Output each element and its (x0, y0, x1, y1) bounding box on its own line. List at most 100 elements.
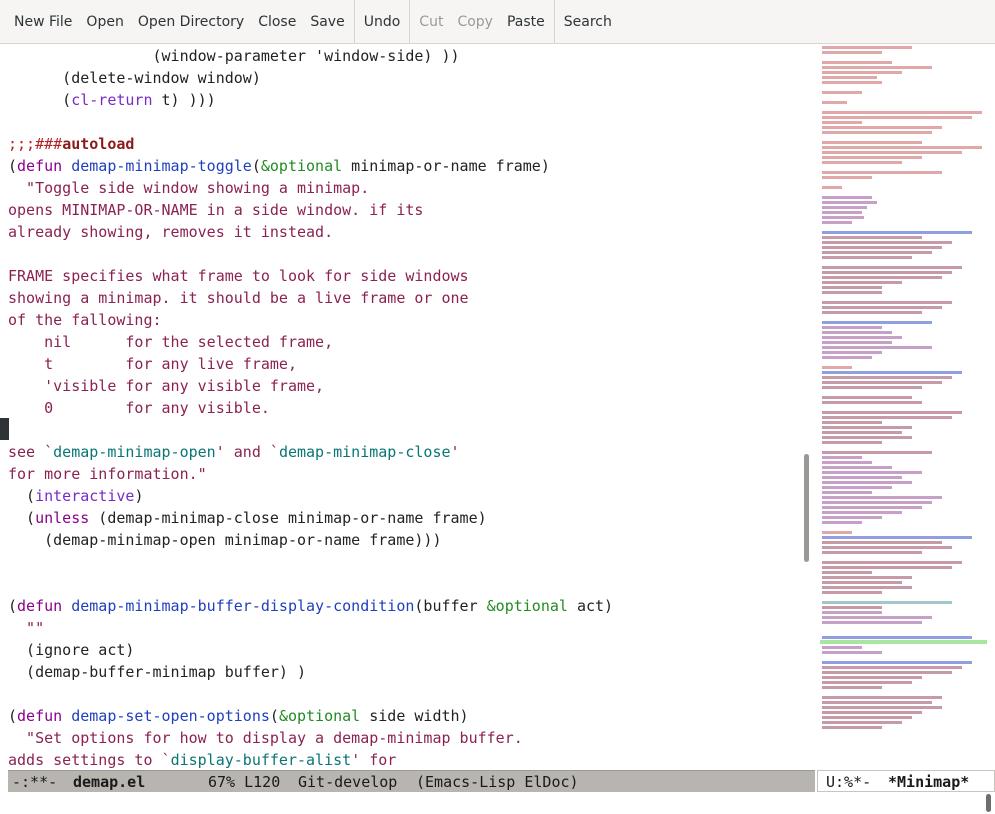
open-directory-button[interactable]: Open Directory (131, 0, 251, 44)
code-line[interactable]: "" (8, 617, 44, 639)
paste-button[interactable]: Paste (500, 0, 552, 44)
code-token: demap-set-open-options (71, 707, 270, 725)
open-button[interactable]: Open (79, 0, 130, 44)
new-file-button[interactable]: New File (7, 0, 79, 44)
code-token: adds settings to ` (8, 751, 171, 769)
code-token: ' and ` (215, 443, 279, 461)
code-line[interactable]: of the fallowing: (8, 309, 162, 331)
minimap-line (822, 696, 942, 699)
search-button[interactable]: Search (557, 0, 619, 44)
minimap-line (822, 536, 972, 539)
code-line[interactable]: (interactive) (8, 485, 143, 507)
save-button[interactable]: Save (303, 0, 351, 44)
code-token: ( (8, 91, 72, 109)
code-line[interactable]: for more information." (8, 463, 207, 485)
minimap-line (822, 666, 962, 669)
minimap-line (822, 171, 942, 174)
code-line[interactable]: (window-parameter 'window-side) )) (8, 45, 459, 67)
minimap-buffer-name[interactable]: *Minimap* (888, 771, 969, 793)
code-line[interactable]: "Set options for how to display a demap-… (8, 727, 523, 749)
minimap-line (822, 591, 882, 594)
code-line[interactable]: nil for the selected frame, (8, 331, 333, 353)
echo-area-scrollbar[interactable] (986, 794, 991, 812)
scrollbar-thumb[interactable] (804, 454, 809, 562)
editor-mode-line: -:**- demap.el 67% L120 Git-develop (Ema… (8, 770, 815, 792)
minimap-line (822, 701, 932, 704)
code-line[interactable]: showing a minimap. it should be a live f… (8, 287, 469, 309)
code-line[interactable]: (defun demap-minimap-toggle(&optional mi… (8, 155, 550, 177)
minimap-line (822, 521, 862, 524)
buffer-name[interactable]: demap.el (73, 771, 145, 793)
code-line[interactable]: adds settings to `display-buffer-alist' … (8, 749, 396, 769)
minimap-line (822, 301, 952, 304)
minimap-line (822, 396, 912, 399)
minimap-window[interactable] (820, 44, 987, 769)
minimap-line (822, 686, 882, 689)
code-token: already showing, removes it instead. (8, 223, 334, 241)
minimap-line (822, 471, 922, 474)
minimap-visible-region (820, 640, 987, 644)
minimap-line (822, 506, 922, 509)
minimap-line (822, 211, 862, 214)
minimap-line (822, 581, 902, 584)
minimap-line (822, 676, 922, 679)
minimap-line (822, 401, 922, 404)
code-token: display-buffer-alist (170, 751, 352, 769)
minimap-line (822, 541, 942, 544)
code-line[interactable]: already showing, removes it instead. (8, 221, 333, 243)
code-line[interactable]: FRAME specifies what frame to look for s… (8, 265, 469, 287)
code-token: ) (134, 487, 144, 505)
minimap-line (822, 616, 932, 619)
minimap-line (822, 561, 962, 564)
code-token: 0 for any visible. (8, 399, 270, 417)
code-line[interactable]: (unless (demap-minimap-close minimap-or-… (8, 507, 487, 529)
code-line[interactable]: t for any live frame, (8, 353, 297, 375)
code-line[interactable]: (defun demap-set-open-options(&optional … (8, 705, 469, 727)
toolbar: New File Open Open Directory Close Save … (0, 0, 995, 44)
code-token: ( (269, 707, 279, 725)
minimap-status: U:%*- (826, 773, 872, 791)
vc-branch[interactable]: Git-develop (298, 771, 397, 793)
close-button[interactable]: Close (251, 0, 303, 44)
editor-window[interactable]: (window-parameter 'window-side) )) (dele… (8, 44, 795, 769)
minimap-line (822, 81, 882, 84)
code-line[interactable]: "Toggle side window showing a minimap. (8, 177, 369, 199)
minimap-line (822, 141, 922, 144)
code-line[interactable]: see `demap-minimap-open' and `demap-mini… (8, 441, 460, 463)
code-line[interactable]: opens MINIMAP-OR-NAME in a side window. … (8, 199, 423, 221)
code-line[interactable]: 'visible for any visible frame, (8, 375, 324, 397)
code-line[interactable]: (defun demap-minimap-buffer-display-cond… (8, 595, 613, 617)
minimap-line (822, 321, 932, 324)
minimap-line (822, 186, 842, 189)
minimap-line (822, 566, 952, 569)
minimap-line (822, 671, 952, 674)
minimap-line (822, 501, 932, 504)
code-line[interactable]: (demap-minimap-open minimap-or-name fram… (8, 529, 441, 551)
minimap-line (822, 551, 922, 554)
code-token: ' (450, 443, 460, 461)
code-token: ( (8, 487, 36, 505)
minimap-line (822, 156, 922, 159)
code-line[interactable]: (delete-window window) (8, 67, 261, 89)
code-line[interactable]: (demap-buffer-minimap buffer) ) (8, 661, 306, 683)
undo-button[interactable]: Undo (357, 0, 408, 44)
code-token: of the fallowing: (8, 311, 162, 329)
code-line[interactable]: ;;;###autoload (8, 133, 134, 155)
minimap-line (822, 576, 912, 579)
code-token: minimap-or-name frame) (342, 157, 550, 175)
minimap-line (822, 121, 862, 124)
minimap-line (822, 721, 902, 724)
minimap-line (822, 161, 902, 164)
code-line[interactable]: (ignore act) (8, 639, 134, 661)
code-line[interactable]: (cl-return t) ))) (8, 89, 216, 111)
buffer-position: 67% L120 (208, 773, 281, 791)
editor-scrollbar[interactable] (799, 44, 813, 769)
code-token: defun (17, 707, 63, 725)
minimap-line (822, 431, 902, 434)
major-mode[interactable]: (Emacs-Lisp ElDoc) (416, 771, 579, 793)
code-token: t) ))) (152, 91, 216, 109)
minimap-line (822, 531, 852, 534)
code-line[interactable]: 0 for any visible. (8, 397, 270, 419)
copy-button[interactable]: Copy (450, 0, 500, 44)
cut-button[interactable]: Cut (412, 0, 450, 44)
